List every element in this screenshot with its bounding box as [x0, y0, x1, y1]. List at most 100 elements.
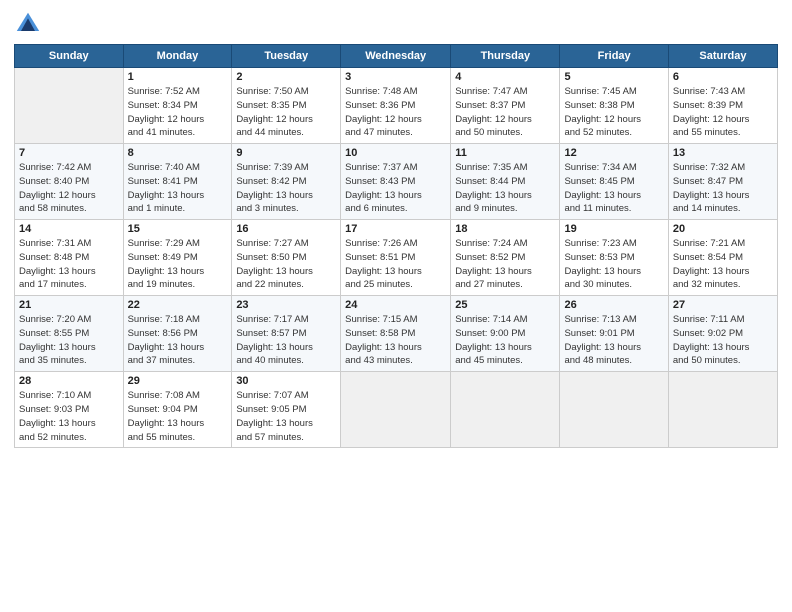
cell-day-number: 9	[236, 147, 336, 159]
calendar-cell: 17 Sunrise: 7:26 AM Sunset: 8:51 PM Dayli…	[341, 220, 451, 296]
cell-info: Sunrise: 7:17 AM Sunset: 8:57 PM Dayligh…	[236, 313, 336, 368]
cell-info: Sunrise: 7:21 AM Sunset: 8:54 PM Dayligh…	[673, 237, 773, 292]
cell-day-number: 30	[236, 375, 336, 387]
calendar-cell: 30 Sunrise: 7:07 AM Sunset: 9:05 PM Dayli…	[232, 372, 341, 448]
cell-info: Sunrise: 7:47 AM Sunset: 8:37 PM Dayligh…	[455, 85, 555, 140]
day-header-sunday: Sunday	[15, 45, 124, 68]
cell-day-number: 8	[128, 147, 228, 159]
cell-day-number: 10	[345, 147, 446, 159]
cell-day-number: 19	[564, 223, 663, 235]
cell-day-number: 26	[564, 299, 663, 311]
calendar-cell: 26 Sunrise: 7:13 AM Sunset: 9:01 PM Dayli…	[560, 296, 668, 372]
cell-day-number: 22	[128, 299, 228, 311]
cell-info: Sunrise: 7:13 AM Sunset: 9:01 PM Dayligh…	[564, 313, 663, 368]
calendar-cell: 23 Sunrise: 7:17 AM Sunset: 8:57 PM Dayli…	[232, 296, 341, 372]
day-header-friday: Friday	[560, 45, 668, 68]
calendar-cell: 16 Sunrise: 7:27 AM Sunset: 8:50 PM Dayli…	[232, 220, 341, 296]
cell-info: Sunrise: 7:20 AM Sunset: 8:55 PM Dayligh…	[19, 313, 119, 368]
cell-day-number: 14	[19, 223, 119, 235]
cell-day-number: 23	[236, 299, 336, 311]
calendar-cell: 25 Sunrise: 7:14 AM Sunset: 9:00 PM Dayli…	[451, 296, 560, 372]
calendar-cell: 9 Sunrise: 7:39 AM Sunset: 8:42 PM Daylig…	[232, 144, 341, 220]
cell-day-number: 20	[673, 223, 773, 235]
calendar-cell: 2 Sunrise: 7:50 AM Sunset: 8:35 PM Daylig…	[232, 68, 341, 144]
cell-day-number: 5	[564, 71, 663, 83]
calendar-week-1: 1Sunrise: 7:52 AM Sunset: 8:34 PM Daylig…	[15, 68, 778, 144]
calendar-cell: 15Sunrise: 7:29 AM Sunset: 8:49 PM Dayli…	[123, 220, 232, 296]
calendar-cell: 29Sunrise: 7:08 AM Sunset: 9:04 PM Dayli…	[123, 372, 232, 448]
calendar-cell: 12 Sunrise: 7:34 AM Sunset: 8:45 PM Dayli…	[560, 144, 668, 220]
cell-day-number: 21	[19, 299, 119, 311]
day-header-monday: Monday	[123, 45, 232, 68]
calendar-week-3: 14 Sunrise: 7:31 AM Sunset: 8:48 PM Dayli…	[15, 220, 778, 296]
calendar-header-row: SundayMondayTuesdayWednesdayThursdayFrid…	[15, 45, 778, 68]
cell-day-number: 2	[236, 71, 336, 83]
cell-day-number: 27	[673, 299, 773, 311]
calendar-cell: 22 Sunrise: 7:18 AM Sunset: 8:56 PM Dayli…	[123, 296, 232, 372]
logo	[14, 10, 44, 38]
cell-day-number: 13	[673, 147, 773, 159]
day-header-tuesday: Tuesday	[232, 45, 341, 68]
calendar-cell: 20 Sunrise: 7:21 AM Sunset: 8:54 PM Dayli…	[668, 220, 777, 296]
cell-day-number: 18	[455, 223, 555, 235]
cell-info: Sunrise: 7:45 AM Sunset: 8:38 PM Dayligh…	[564, 85, 663, 140]
calendar-cell: 5 Sunrise: 7:45 AM Sunset: 8:38 PM Daylig…	[560, 68, 668, 144]
cell-info: Sunrise: 7:50 AM Sunset: 8:35 PM Dayligh…	[236, 85, 336, 140]
cell-info: Sunrise: 7:29 AM Sunset: 8:49 PM Dayligh…	[128, 237, 228, 292]
calendar-cell: 7 Sunrise: 7:42 AM Sunset: 8:40 PM Daylig…	[15, 144, 124, 220]
cell-day-number: 17	[345, 223, 446, 235]
cell-day-number: 16	[236, 223, 336, 235]
calendar-cell: 1Sunrise: 7:52 AM Sunset: 8:34 PM Daylig…	[123, 68, 232, 144]
cell-info: Sunrise: 7:43 AM Sunset: 8:39 PM Dayligh…	[673, 85, 773, 140]
cell-info: Sunrise: 7:24 AM Sunset: 8:52 PM Dayligh…	[455, 237, 555, 292]
cell-info: Sunrise: 7:10 AM Sunset: 9:03 PM Dayligh…	[19, 389, 119, 444]
cell-day-number: 12	[564, 147, 663, 159]
calendar-cell: 14 Sunrise: 7:31 AM Sunset: 8:48 PM Dayli…	[15, 220, 124, 296]
cell-day-number: 24	[345, 299, 446, 311]
logo-icon	[14, 10, 42, 38]
cell-info: Sunrise: 7:39 AM Sunset: 8:42 PM Dayligh…	[236, 161, 336, 216]
calendar-cell: 19 Sunrise: 7:23 AM Sunset: 8:53 PM Dayli…	[560, 220, 668, 296]
cell-day-number: 7	[19, 147, 119, 159]
cell-info: Sunrise: 7:23 AM Sunset: 8:53 PM Dayligh…	[564, 237, 663, 292]
cell-info: Sunrise: 7:11 AM Sunset: 9:02 PM Dayligh…	[673, 313, 773, 368]
calendar-cell: 6 Sunrise: 7:43 AM Sunset: 8:39 PM Daylig…	[668, 68, 777, 144]
calendar-cell	[451, 372, 560, 448]
cell-info: Sunrise: 7:31 AM Sunset: 8:48 PM Dayligh…	[19, 237, 119, 292]
calendar-cell: 4Sunrise: 7:47 AM Sunset: 8:37 PM Daylig…	[451, 68, 560, 144]
day-header-saturday: Saturday	[668, 45, 777, 68]
calendar-week-2: 7 Sunrise: 7:42 AM Sunset: 8:40 PM Daylig…	[15, 144, 778, 220]
cell-day-number: 11	[455, 147, 555, 159]
cell-info: Sunrise: 7:26 AM Sunset: 8:51 PM Dayligh…	[345, 237, 446, 292]
cell-info: Sunrise: 7:40 AM Sunset: 8:41 PM Dayligh…	[128, 161, 228, 216]
cell-info: Sunrise: 7:32 AM Sunset: 8:47 PM Dayligh…	[673, 161, 773, 216]
calendar-cell: 11 Sunrise: 7:35 AM Sunset: 8:44 PM Dayli…	[451, 144, 560, 220]
cell-day-number: 28	[19, 375, 119, 387]
calendar-table: SundayMondayTuesdayWednesdayThursdayFrid…	[14, 44, 778, 448]
cell-day-number: 25	[455, 299, 555, 311]
cell-info: Sunrise: 7:34 AM Sunset: 8:45 PM Dayligh…	[564, 161, 663, 216]
cell-info: Sunrise: 7:37 AM Sunset: 8:43 PM Dayligh…	[345, 161, 446, 216]
cell-info: Sunrise: 7:42 AM Sunset: 8:40 PM Dayligh…	[19, 161, 119, 216]
calendar-cell: 27 Sunrise: 7:11 AM Sunset: 9:02 PM Dayli…	[668, 296, 777, 372]
cell-info: Sunrise: 7:48 AM Sunset: 8:36 PM Dayligh…	[345, 85, 446, 140]
cell-info: Sunrise: 7:07 AM Sunset: 9:05 PM Dayligh…	[236, 389, 336, 444]
calendar-cell	[15, 68, 124, 144]
cell-info: Sunrise: 7:27 AM Sunset: 8:50 PM Dayligh…	[236, 237, 336, 292]
calendar-cell	[668, 372, 777, 448]
calendar-week-4: 21 Sunrise: 7:20 AM Sunset: 8:55 PM Dayli…	[15, 296, 778, 372]
cell-info: Sunrise: 7:15 AM Sunset: 8:58 PM Dayligh…	[345, 313, 446, 368]
cell-info: Sunrise: 7:52 AM Sunset: 8:34 PM Dayligh…	[128, 85, 228, 140]
cell-info: Sunrise: 7:35 AM Sunset: 8:44 PM Dayligh…	[455, 161, 555, 216]
cell-info: Sunrise: 7:18 AM Sunset: 8:56 PM Dayligh…	[128, 313, 228, 368]
cell-info: Sunrise: 7:08 AM Sunset: 9:04 PM Dayligh…	[128, 389, 228, 444]
calendar-cell	[560, 372, 668, 448]
calendar-cell: 24 Sunrise: 7:15 AM Sunset: 8:58 PM Dayli…	[341, 296, 451, 372]
cell-info: Sunrise: 7:14 AM Sunset: 9:00 PM Dayligh…	[455, 313, 555, 368]
day-header-thursday: Thursday	[451, 45, 560, 68]
calendar-cell	[341, 372, 451, 448]
cell-day-number: 3	[345, 71, 446, 83]
calendar-cell: 8 Sunrise: 7:40 AM Sunset: 8:41 PM Daylig…	[123, 144, 232, 220]
calendar-cell: 3 Sunrise: 7:48 AM Sunset: 8:36 PM Daylig…	[341, 68, 451, 144]
cell-day-number: 6	[673, 71, 773, 83]
